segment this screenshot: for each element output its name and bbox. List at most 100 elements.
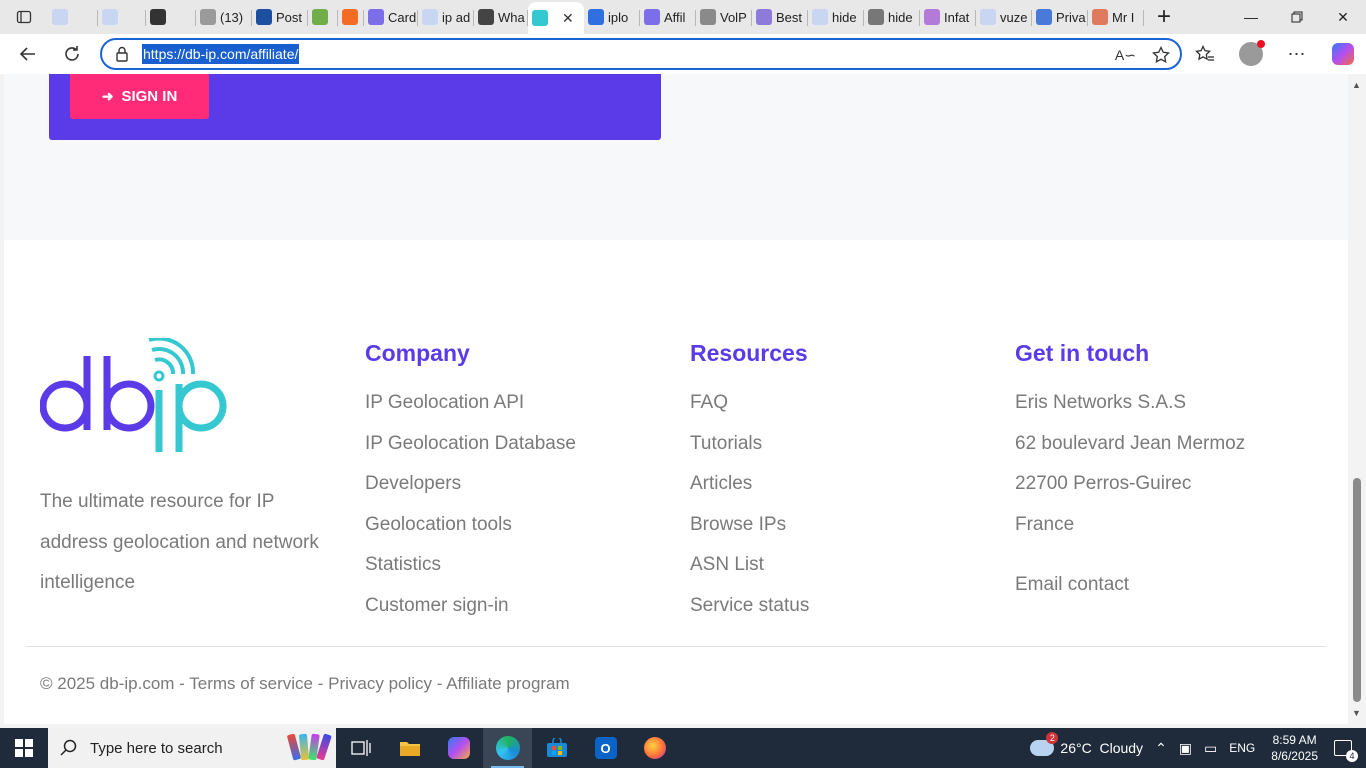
- browser-tab[interactable]: ✕: [528, 2, 584, 34]
- tab-title: Priva: [1056, 9, 1086, 25]
- avatar: [1239, 40, 1265, 66]
- browser-tab[interactable]: hide: [808, 3, 864, 31]
- copilot-app-button[interactable]: [434, 728, 483, 768]
- scroll-down-icon[interactable]: ▼: [1352, 708, 1361, 718]
- close-tab-icon[interactable]: ✕: [562, 10, 574, 27]
- edge-button[interactable]: [483, 728, 532, 768]
- browser-tab[interactable]: Mr I: [1088, 3, 1144, 31]
- show-hidden-icons[interactable]: ⌃: [1149, 740, 1173, 757]
- back-arrow-icon: [19, 47, 35, 61]
- read-aloud-icon[interactable]: A∽: [1115, 47, 1136, 64]
- browser-tab[interactable]: Card: [364, 3, 418, 31]
- browser-tab[interactable]: Affil: [640, 3, 696, 31]
- tab-actions-button[interactable]: [0, 0, 48, 34]
- browser-tab[interactable]: ip ad: [418, 3, 474, 31]
- footer-link[interactable]: FAQ: [690, 390, 809, 431]
- browser-tab[interactable]: (13): [196, 3, 252, 31]
- footer-link[interactable]: Geolocation tools: [365, 512, 576, 553]
- tab-title: iplo: [608, 9, 629, 25]
- browser-tab[interactable]: Post: [252, 3, 308, 31]
- pen-icon: [1036, 9, 1052, 25]
- lock-icon[interactable]: [102, 46, 142, 62]
- affiliate-link[interactable]: Affiliate program: [446, 674, 569, 693]
- scroll-up-icon[interactable]: ▲: [1352, 80, 1361, 90]
- footer-link[interactable]: IP Geolocation API: [365, 390, 576, 431]
- separator: -: [432, 674, 447, 693]
- battery-status[interactable]: ▭: [1198, 740, 1223, 757]
- tab-title: hide: [832, 9, 857, 25]
- tray-app-icon[interactable]: ▣: [1173, 740, 1198, 757]
- folder-icon: [399, 742, 420, 756]
- refresh-button[interactable]: [52, 36, 92, 72]
- footer-link[interactable]: Customer sign-in: [365, 593, 576, 634]
- favorite-star-icon[interactable]: [1152, 46, 1170, 64]
- store-button[interactable]: [532, 728, 581, 768]
- x-icon: [700, 9, 716, 25]
- signin-card: ➜ SIGN IN: [49, 74, 661, 140]
- taskbar-search[interactable]: Type here to search: [48, 728, 336, 768]
- browser-tab[interactable]: [98, 3, 146, 31]
- browser-tab[interactable]: [48, 3, 98, 31]
- footer-link[interactable]: Statistics: [365, 552, 576, 593]
- footer-link[interactable]: IP Geolocation Database: [365, 431, 576, 472]
- footer-link[interactable]: Service status: [690, 593, 809, 634]
- clock[interactable]: 8:59 AM 8/6/2025: [1261, 732, 1328, 764]
- notification-count: 4: [1346, 750, 1358, 762]
- footer-link[interactable]: Articles: [690, 471, 809, 512]
- browser-tab[interactable]: Priva: [1032, 3, 1088, 31]
- copilot-icon: [1332, 43, 1354, 65]
- start-button[interactable]: [0, 728, 48, 768]
- address-bar[interactable]: https://db-ip.com/affiliate/ A∽: [100, 38, 1182, 70]
- profile-button[interactable]: [1228, 34, 1274, 74]
- minimize-icon: —: [1244, 9, 1258, 25]
- favorites-button[interactable]: [1182, 34, 1228, 74]
- browser-tab[interactable]: [146, 3, 196, 31]
- notification-center-button[interactable]: 4: [1328, 740, 1366, 762]
- browser-tab[interactable]: vuze: [976, 3, 1032, 31]
- copilot-button[interactable]: [1320, 34, 1366, 74]
- privacy-link[interactable]: Privacy policy: [328, 674, 432, 693]
- restore-button[interactable]: [1274, 0, 1320, 34]
- browser-tab[interactable]: Best: [752, 3, 808, 31]
- tab-title: Affil: [664, 9, 686, 25]
- browser-tab[interactable]: Infat: [920, 3, 976, 31]
- tab-title: Best: [776, 9, 803, 25]
- weather-widget[interactable]: 2 26°C Cloudy: [1024, 732, 1149, 756]
- browser-tab[interactable]: iplo: [584, 3, 640, 31]
- settings-menu-button[interactable]: ⋯: [1274, 34, 1320, 74]
- close-window-button[interactable]: ✕: [1320, 0, 1366, 34]
- plus-icon: +: [1156, 3, 1171, 30]
- task-view-button[interactable]: [336, 728, 385, 768]
- paint-brushes-icon: [286, 733, 332, 761]
- dbip-logo[interactable]: [39, 336, 230, 463]
- firefox-button[interactable]: [630, 728, 679, 768]
- sign-in-button[interactable]: ➜ SIGN IN: [70, 74, 209, 119]
- scroll-thumb[interactable]: [1353, 478, 1361, 702]
- page-scrollbar[interactable]: ▲ ▼: [1348, 74, 1366, 724]
- tab-strip: (13) Post Card ip ad Wha ✕ iplo Affil VolP Best hi…: [0, 0, 1366, 34]
- chevron-up-icon: ⌃: [1155, 739, 1167, 756]
- language-indicator[interactable]: ENG: [1223, 741, 1261, 755]
- terms-link[interactable]: Terms of service: [189, 674, 313, 693]
- email-contact-link[interactable]: Email contact: [1015, 572, 1245, 613]
- url-text[interactable]: https://db-ip.com/affiliate/: [142, 44, 300, 64]
- footer-link[interactable]: ASN List: [690, 552, 809, 593]
- outlook-button[interactable]: O: [581, 728, 630, 768]
- notification-icon: 4: [1334, 740, 1358, 762]
- file-explorer-button[interactable]: [385, 728, 434, 768]
- back-button[interactable]: [8, 36, 48, 72]
- browser-tab[interactable]: Wha: [474, 3, 528, 31]
- weather-text: 26°C Cloudy: [1060, 740, 1144, 756]
- footer-link[interactable]: Tutorials: [690, 431, 809, 472]
- minimize-button[interactable]: —: [1228, 0, 1274, 34]
- dots-icon: [588, 9, 604, 25]
- new-tab-button[interactable]: +: [1144, 0, 1184, 34]
- footer-link[interactable]: Developers: [365, 471, 576, 512]
- browser-tab[interactable]: [308, 3, 338, 31]
- separator: -: [174, 674, 190, 693]
- browser-tab[interactable]: hide: [864, 3, 920, 31]
- browser-tab[interactable]: VolP: [696, 3, 752, 31]
- footer-link[interactable]: Browse IPs: [690, 512, 809, 553]
- browser-tab[interactable]: [338, 3, 364, 31]
- circle-icon: [368, 9, 384, 25]
